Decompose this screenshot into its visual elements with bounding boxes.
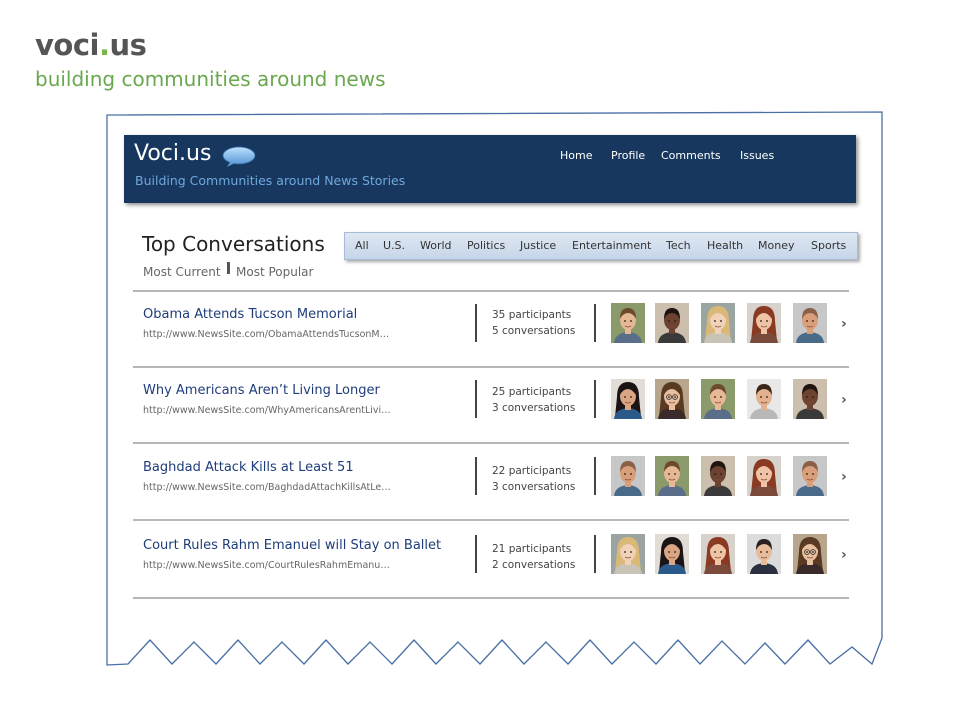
conversations-count: 5 conversations xyxy=(492,325,576,337)
category-bar: All U.S. World Politics Justice Entertai… xyxy=(344,232,858,260)
avatar[interactable] xyxy=(701,379,735,419)
avatar[interactable] xyxy=(655,456,689,496)
row-divider xyxy=(594,380,596,418)
category-justice[interactable]: Justice xyxy=(520,239,556,252)
participants-count: 35 participants xyxy=(492,309,572,321)
avatar[interactable] xyxy=(611,379,645,419)
avatar[interactable] xyxy=(611,534,645,574)
participants-count: 21 participants xyxy=(492,543,572,555)
chevron-right-icon[interactable]: › xyxy=(841,469,847,485)
conversations-count: 3 conversations xyxy=(492,481,576,493)
story-row[interactable]: Court Rules Rahm Emanuel will Stay on Ba… xyxy=(133,521,849,599)
avatar[interactable] xyxy=(793,379,827,419)
story-row[interactable]: Obama Attends Tucson Memorial http://www… xyxy=(133,290,849,368)
story-title[interactable]: Court Rules Rahm Emanuel will Stay on Ba… xyxy=(143,538,441,553)
row-divider xyxy=(475,535,477,573)
avatar[interactable] xyxy=(701,456,735,496)
category-all[interactable]: All xyxy=(355,239,369,252)
row-divider xyxy=(594,304,596,342)
speech-bubble-icon xyxy=(222,146,256,167)
avatar[interactable] xyxy=(793,303,827,343)
story-row[interactable]: Baghdad Attack Kills at Least 51 http://… xyxy=(133,443,849,521)
app-header: Voci.us Building Communities around News… xyxy=(124,135,856,203)
category-us[interactable]: U.S. xyxy=(383,239,405,252)
nav-profile[interactable]: Profile xyxy=(611,149,645,162)
avatar[interactable] xyxy=(701,303,735,343)
avatar[interactable] xyxy=(655,534,689,574)
avatar[interactable] xyxy=(611,456,645,496)
sort-most-current[interactable]: Most Current xyxy=(143,265,221,279)
category-sports[interactable]: Sports xyxy=(811,239,846,252)
nav-home[interactable]: Home xyxy=(560,149,592,162)
story-title[interactable]: Baghdad Attack Kills at Least 51 xyxy=(143,460,354,475)
row-divider xyxy=(594,535,596,573)
chevron-right-icon[interactable]: › xyxy=(841,547,847,563)
avatar[interactable] xyxy=(747,379,781,419)
avatar[interactable] xyxy=(611,303,645,343)
row-divider xyxy=(475,457,477,495)
chevron-right-icon[interactable]: › xyxy=(841,392,847,408)
story-url[interactable]: http://www.NewsSite.com/WhyAmericansAren… xyxy=(143,405,391,416)
sort-most-popular[interactable]: Most Popular xyxy=(236,265,313,279)
row-divider xyxy=(594,457,596,495)
participants-count: 22 participants xyxy=(492,465,572,477)
participants-count: 25 participants xyxy=(492,386,572,398)
avatar[interactable] xyxy=(655,379,689,419)
avatar[interactable] xyxy=(747,303,781,343)
avatar[interactable] xyxy=(747,534,781,574)
avatar[interactable] xyxy=(793,456,827,496)
category-tech[interactable]: Tech xyxy=(666,239,691,252)
story-url[interactable]: http://www.NewsSite.com/ObamaAttendsTucs… xyxy=(143,329,389,340)
avatar[interactable] xyxy=(793,534,827,574)
story-title[interactable]: Obama Attends Tucson Memorial xyxy=(143,307,357,322)
category-entertainment[interactable]: Entertainment xyxy=(572,239,651,252)
conversations-count: 3 conversations xyxy=(492,402,576,414)
avatar[interactable] xyxy=(747,456,781,496)
sort-separator xyxy=(227,262,230,274)
nav-issues[interactable]: Issues xyxy=(740,149,774,162)
app-title[interactable]: Voci.us xyxy=(134,141,211,166)
app-tagline: Building Communities around News Stories xyxy=(135,173,406,188)
category-world[interactable]: World xyxy=(420,239,452,252)
chevron-right-icon[interactable]: › xyxy=(841,316,847,332)
row-divider xyxy=(475,304,477,342)
section-title: Top Conversations xyxy=(142,232,325,256)
story-row[interactable]: Why Americans Aren’t Living Longer http:… xyxy=(133,366,849,444)
story-title[interactable]: Why Americans Aren’t Living Longer xyxy=(143,383,380,398)
category-politics[interactable]: Politics xyxy=(467,239,505,252)
story-url[interactable]: http://www.NewsSite.com/CourtRulesRahmEm… xyxy=(143,560,390,571)
avatar[interactable] xyxy=(701,534,735,574)
story-url[interactable]: http://www.NewsSite.com/BaghdadAttachKil… xyxy=(143,482,391,493)
avatar[interactable] xyxy=(655,303,689,343)
conversations-count: 2 conversations xyxy=(492,559,576,571)
nav-comments[interactable]: Comments xyxy=(661,149,721,162)
category-money[interactable]: Money xyxy=(758,239,794,252)
row-divider xyxy=(475,380,477,418)
row-bottom-divider xyxy=(133,597,849,599)
category-health[interactable]: Health xyxy=(707,239,743,252)
